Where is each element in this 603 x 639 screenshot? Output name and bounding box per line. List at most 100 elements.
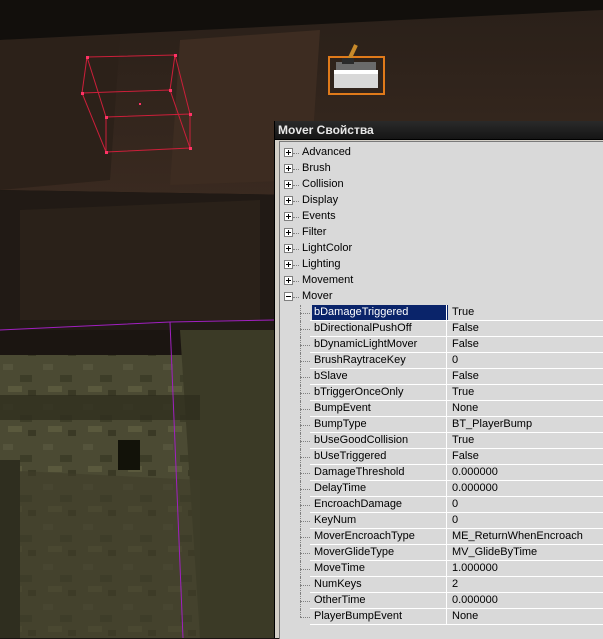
plus-icon[interactable] [284,148,293,157]
property-name: KeyNum [314,514,357,526]
window-title[interactable]: Mover Свойства [275,121,603,140]
property-name: bUseTriggered [314,450,387,462]
property-name: bDamageTriggered [312,305,448,320]
column-divider[interactable] [446,513,447,529]
column-divider[interactable] [446,561,447,577]
property-value[interactable]: 0 [452,497,602,512]
plus-icon[interactable] [284,244,293,253]
property-row[interactable]: MoveTime 1.000000 [280,561,603,577]
category-collision[interactable]: Collision [280,177,603,193]
category-mover[interactable]: Mover [280,289,603,305]
property-name: DamageThreshold [314,466,405,478]
category-lighting[interactable]: Lighting [280,257,603,273]
column-divider[interactable] [446,369,447,385]
plus-icon[interactable] [284,180,293,189]
minus-icon[interactable] [284,292,293,301]
plus-icon[interactable] [284,228,293,237]
property-row[interactable]: bUseTriggered False [280,449,603,465]
column-divider[interactable] [446,593,447,609]
property-value[interactable]: BT_PlayerBump [452,417,602,432]
property-value[interactable]: 2 [452,577,602,592]
plus-icon[interactable] [284,196,293,205]
property-row[interactable]: bUseGoodCollision True [280,433,603,449]
column-divider[interactable] [446,545,447,561]
plus-icon[interactable] [284,276,293,285]
property-row[interactable]: bTriggerOnceOnly True [280,385,603,401]
row-divider [310,624,603,625]
property-row[interactable]: BrushRaytraceKey 0 [280,353,603,369]
property-value[interactable]: True [452,433,602,448]
category-display[interactable]: Display [280,193,603,209]
column-divider[interactable] [446,529,447,545]
category-filter[interactable]: Filter [280,225,603,241]
property-value[interactable]: True [452,385,602,400]
tree-lines [280,305,310,321]
column-divider[interactable] [446,385,447,401]
column-divider[interactable] [446,465,447,481]
column-divider[interactable] [446,449,447,465]
category-brush[interactable]: Brush [280,161,603,177]
property-row[interactable]: BumpEvent None [280,401,603,417]
tree-lines [280,385,310,401]
property-row[interactable]: OtherTime 0.000000 [280,593,603,609]
category-events[interactable]: Events [280,209,603,225]
property-row[interactable]: MoverGlideType MV_GlideByTime [280,545,603,561]
plus-icon[interactable] [284,212,293,221]
property-row[interactable]: DelayTime 0.000000 [280,481,603,497]
property-row[interactable]: bDirectionalPushOff False [280,321,603,337]
plus-icon[interactable] [284,260,293,269]
column-divider[interactable] [446,433,447,449]
property-row[interactable]: bSlave False [280,369,603,385]
property-row[interactable]: BumpType BT_PlayerBump [280,417,603,433]
property-grid[interactable]: Advanced Brush Collision Display Events Filte… [279,141,603,639]
column-divider[interactable] [446,577,447,593]
property-row[interactable]: KeyNum 0 [280,513,603,529]
column-divider[interactable] [446,497,447,513]
property-value[interactable]: False [452,337,602,352]
column-divider[interactable] [446,353,447,369]
property-value[interactable]: 0 [452,353,602,368]
category-label: Brush [302,162,331,174]
property-value[interactable]: 0.000000 [452,593,602,608]
plus-icon[interactable] [284,164,293,173]
category-advanced[interactable]: Advanced [280,145,603,161]
tree-lines [280,497,310,513]
column-divider[interactable] [446,481,447,497]
properties-window[interactable]: Mover Свойства Advanced Brush Collision Dis… [275,121,603,639]
property-row[interactable]: EncroachDamage 0 [280,497,603,513]
tree-lines [280,545,310,561]
property-value[interactable]: ME_ReturnWhenEncroach [452,529,602,544]
category-label: Lighting [302,258,341,270]
tree-lines [280,321,310,337]
property-value[interactable]: None [452,609,602,624]
column-divider[interactable] [446,401,447,417]
property-row[interactable]: bDynamicLightMover False [280,337,603,353]
column-divider[interactable] [446,337,447,353]
property-row[interactable]: PlayerBumpEvent None [280,609,603,625]
column-divider[interactable] [446,321,447,337]
category-label: Mover [302,290,333,302]
property-value[interactable]: False [452,449,602,464]
property-value[interactable]: 0.000000 [452,465,602,480]
property-name: BrushRaytraceKey [314,354,406,366]
column-divider[interactable] [446,417,447,433]
property-row[interactable]: NumKeys 2 [280,577,603,593]
column-divider[interactable] [446,609,447,625]
property-row[interactable]: bDamageTriggered True [280,305,603,321]
property-name: MoverGlideType [314,546,395,558]
property-value[interactable]: None [452,401,602,416]
property-value[interactable]: MV_GlideByTime [452,545,602,560]
property-row[interactable]: MoverEncroachType ME_ReturnWhenEncroach [280,529,603,545]
category-lightcolor[interactable]: LightColor [280,241,603,257]
property-value[interactable]: False [452,369,602,384]
property-value[interactable]: 0 [452,513,602,528]
column-divider[interactable] [446,305,447,321]
property-name: OtherTime [314,594,366,606]
property-value[interactable]: True [452,305,602,320]
category-movement[interactable]: Movement [280,273,603,289]
property-row[interactable]: DamageThreshold 0.000000 [280,465,603,481]
property-value[interactable]: 0.000000 [452,481,602,496]
tree-lines [280,353,310,369]
property-value[interactable]: False [452,321,602,336]
property-value[interactable]: 1.000000 [452,561,602,576]
